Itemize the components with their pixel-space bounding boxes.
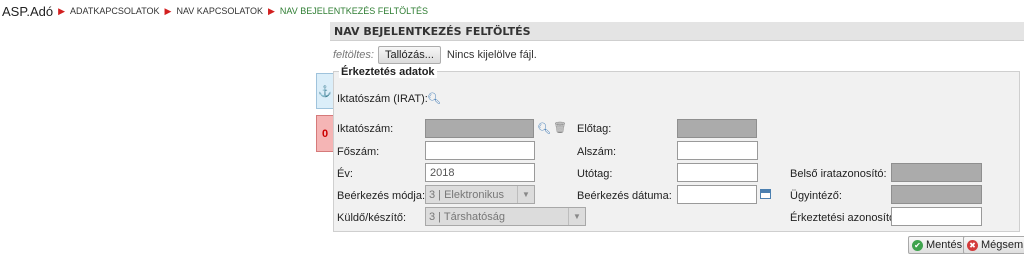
elotag-label: Előtag: xyxy=(577,123,612,135)
beerkezes-modja-select[interactable]: 3 | Elektronikus ▼ xyxy=(425,185,535,204)
close-icon: ✖ xyxy=(967,239,978,251)
breadcrumb-arrow-icon: ▶ xyxy=(164,5,172,16)
anchor-icon: ⚓ xyxy=(318,85,332,98)
breadcrumb: ASP.Adó ▶ ADATKAPCSOLATOK ▶ NAV KAPCSOLA… xyxy=(2,2,428,20)
alszam-input[interactable] xyxy=(677,141,758,160)
search-icon[interactable]: 🔍︎ xyxy=(537,124,551,135)
calendar-icon[interactable] xyxy=(760,189,771,199)
foszam-label: Főszám: xyxy=(337,146,380,158)
file-status: Nincs kijelölve fájl. xyxy=(446,49,537,61)
check-icon: ✔ xyxy=(912,239,923,251)
breadcrumb-item-current: NAV BEJELENTKEZÉS FELTÖLTÉS xyxy=(279,6,428,16)
kuldo-keszito-select[interactable]: 3 | Társhatóság ▼ xyxy=(425,207,586,226)
error-count-tab[interactable]: 0 xyxy=(316,115,333,152)
utotag-input[interactable] xyxy=(677,163,758,182)
upload-row: feltöltes: Tallózás... Nincs kijelölve f… xyxy=(333,46,537,64)
page-title: NAV BEJELENTKEZÉS FELTÖLTÉS xyxy=(330,22,1024,41)
iktatoszam-irat-label: Iktatószám (IRAT): xyxy=(337,93,428,105)
cancel-label: Mégsem xyxy=(981,239,1024,251)
chevron-down-icon: ▼ xyxy=(517,186,534,203)
belso-iratazonosito-label: Belső iratazonosító: xyxy=(790,168,887,180)
breadcrumb-arrow-icon: ▶ xyxy=(58,5,66,16)
ugyintezo-input[interactable] xyxy=(891,185,982,204)
beerkezes-datuma-label: Beérkezés dátuma: xyxy=(577,190,672,202)
ugyintezo-label: Ügyintéző: xyxy=(790,190,842,202)
kuldo-keszito-label: Küldő/készítő: xyxy=(337,212,407,224)
erkeztetesi-azonosito-input[interactable] xyxy=(891,207,982,226)
beerkezes-modja-value: 3 | Elektronikus xyxy=(429,188,505,201)
utotag-label: Utótag: xyxy=(577,168,613,180)
ev-input[interactable] xyxy=(425,163,535,182)
beerkezes-modja-label: Beérkezés módja: xyxy=(337,190,426,202)
error-count: 0 xyxy=(321,127,329,140)
trash-icon[interactable]: 🗑 xyxy=(553,123,567,134)
foszam-input[interactable] xyxy=(425,141,535,160)
ev-label: Év: xyxy=(337,168,353,180)
search-icon[interactable]: 🔍︎ xyxy=(427,94,441,105)
app-title[interactable]: ASP.Adó xyxy=(2,4,53,19)
beerkezes-datuma-input[interactable] xyxy=(677,185,757,204)
breadcrumb-item-nav-kapcsolatok[interactable]: NAV KAPCSOLATOK xyxy=(176,6,263,16)
breadcrumb-arrow-icon: ▶ xyxy=(268,5,275,16)
panel-legend: Érkeztetés adatok xyxy=(339,66,437,78)
belso-iratazonosito-input[interactable] xyxy=(891,163,982,182)
anchor-tab[interactable]: ⚓ xyxy=(316,73,333,109)
cancel-button[interactable]: ✖ Mégsem xyxy=(963,236,1024,254)
iktatoszam-label: Iktatószám: xyxy=(337,123,394,135)
iktatoszam-input[interactable] xyxy=(425,119,534,138)
alszam-label: Alszám: xyxy=(577,146,617,158)
erkeztetesi-azonosito-label: Érkeztetési azonosító: xyxy=(790,212,899,224)
kuldo-keszito-value: 3 | Társhatóság xyxy=(429,210,506,223)
save-button[interactable]: ✔ Mentés xyxy=(908,236,969,254)
elotag-input[interactable] xyxy=(677,119,757,138)
browse-button[interactable]: Tallózás... xyxy=(377,46,441,64)
chevron-down-icon: ▼ xyxy=(568,208,585,225)
save-label: Mentés xyxy=(926,239,963,251)
upload-label: feltöltes: xyxy=(333,49,374,61)
breadcrumb-item-adatkapcsolatok[interactable]: ADATKAPCSOLATOK xyxy=(70,6,160,16)
